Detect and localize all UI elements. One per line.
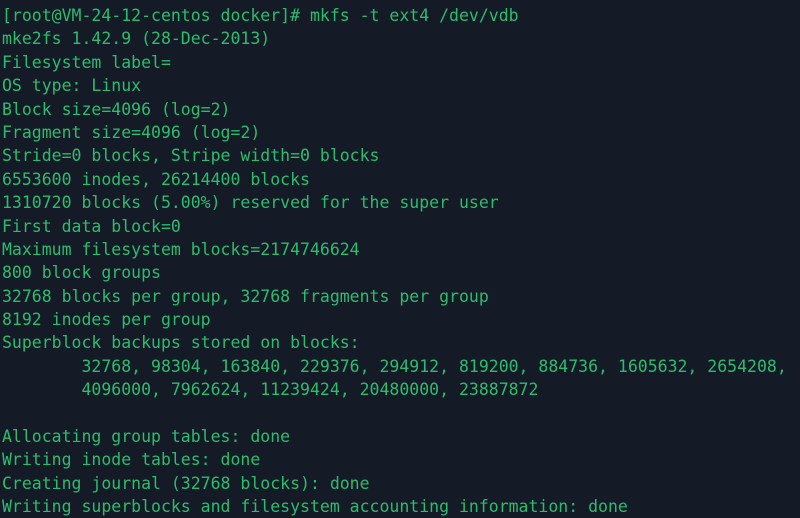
- terminal-prompt-line: [root@VM-24-12-centos docker]# mkfs -t e…: [2, 6, 519, 25]
- terminal-output-line: OS type: Linux: [2, 76, 142, 96]
- terminal-output-line: Superblock backups stored on blocks:: [2, 333, 360, 353]
- terminal-output-line: Allocating group tables: done: [2, 427, 291, 447]
- terminal-output-line: Block size=4096 (log=2): [2, 99, 231, 119]
- terminal-output-line: First data block=0: [2, 216, 181, 236]
- terminal-output-line: 32768 blocks per group, 32768 fragments …: [2, 286, 489, 306]
- terminal-output-line: Maximum filesystem blocks=2174746624: [2, 239, 360, 259]
- terminal-output-line: Filesystem label=: [2, 52, 171, 72]
- terminal-output-line: Creating journal (32768 blocks): done: [2, 473, 370, 493]
- terminal-output-line: Writing inode tables: done: [2, 450, 261, 470]
- terminal-output-line: 6553600 inodes, 26214400 blocks: [2, 169, 310, 189]
- terminal-output-line: 800 block groups: [2, 263, 161, 283]
- terminal-output-line: 8192 inodes per group: [2, 310, 211, 330]
- terminal-output-line: 32768, 98304, 163840, 229376, 294912, 81…: [2, 356, 787, 376]
- terminal-output-line: Fragment size=4096 (log=2): [2, 122, 261, 142]
- terminal-output-line: mke2fs 1.42.9 (28-Dec-2013): [2, 29, 271, 49]
- terminal-output-line: Stride=0 blocks, Stripe width=0 blocks: [2, 146, 380, 166]
- terminal-output: [root@VM-24-12-centos docker]# mkfs -t e…: [2, 4, 800, 518]
- terminal-output-line: 4096000, 7962624, 11239424, 20480000, 23…: [2, 380, 539, 400]
- terminal-output-line: 1310720 blocks (5.00%) reserved for the …: [2, 193, 499, 213]
- terminal-window[interactable]: [root@VM-24-12-centos docker]# mkfs -t e…: [0, 0, 800, 518]
- terminal-output-line: Writing superblocks and filesystem accou…: [2, 497, 628, 517]
